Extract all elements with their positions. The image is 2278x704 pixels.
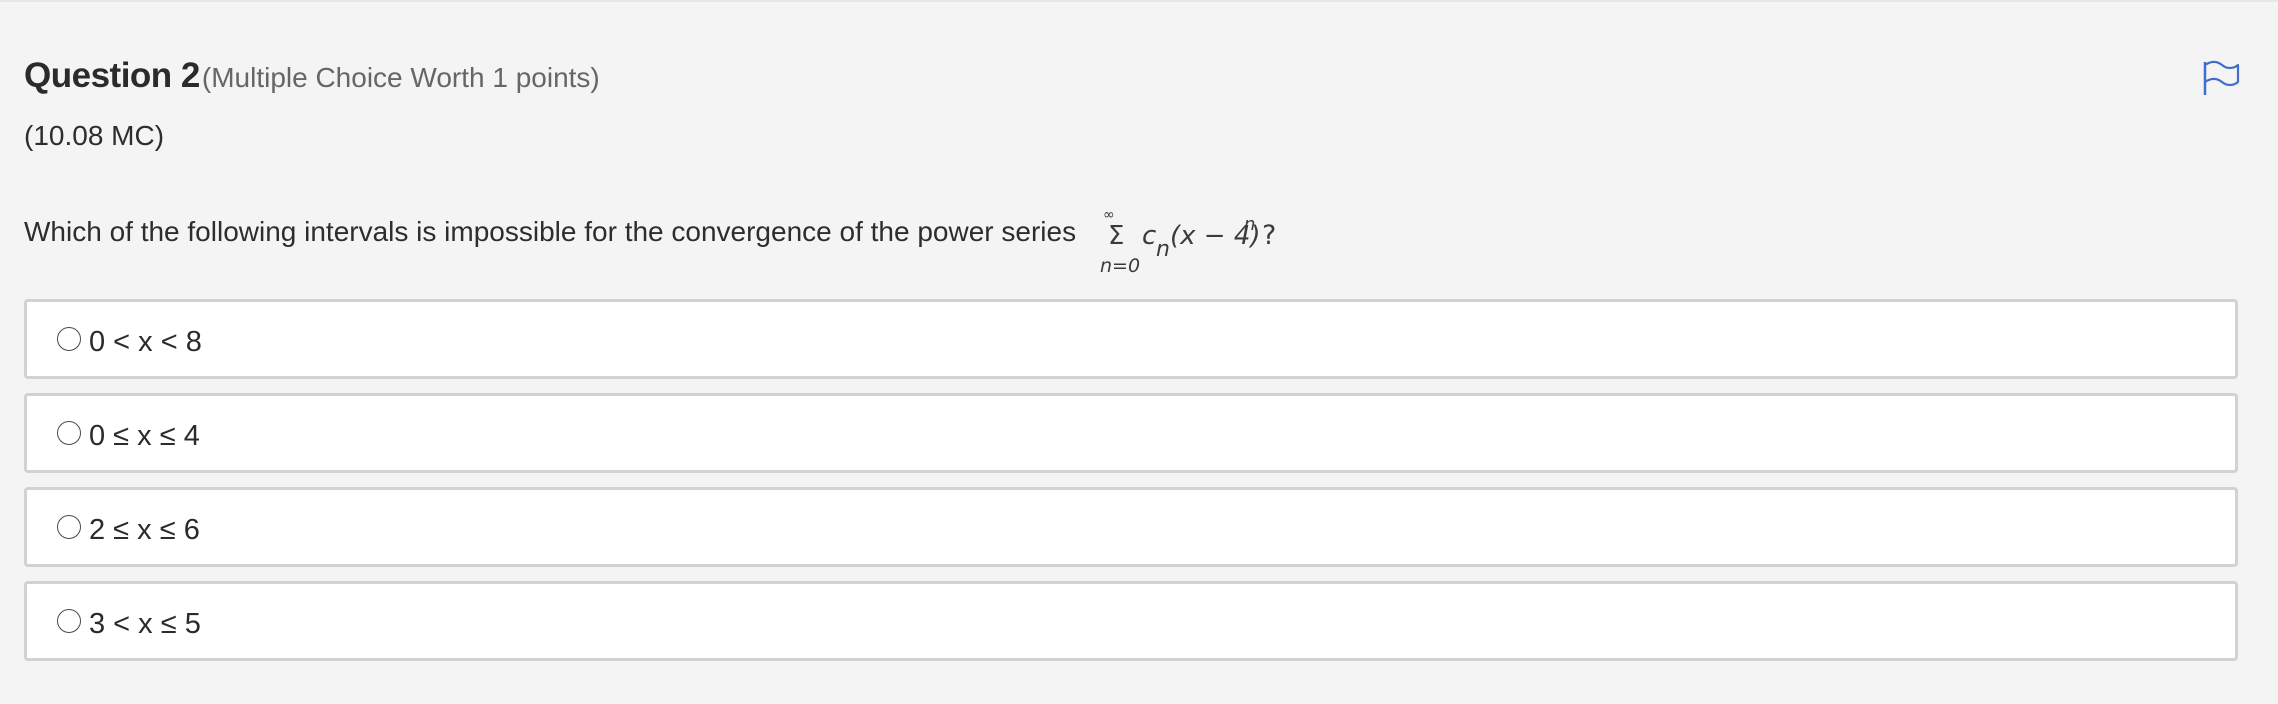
choice-label: 2 ≤ x ≤ 6 [89, 514, 200, 546]
question-panel: Question 2 (Multiple Choice Worth 1 poin… [0, 0, 2278, 704]
question-prompt: Which of the following intervals is impo… [24, 216, 1077, 247]
choice-label: 3 < x ≤ 5 [89, 608, 201, 640]
radio-button[interactable] [57, 421, 81, 445]
choice-option[interactable]: 0 ≤ x ≤ 4 [24, 393, 2238, 473]
choice-option[interactable]: 2 ≤ x ≤ 6 [24, 487, 2238, 567]
choice-label: 0 < x < 8 [89, 326, 202, 358]
term-exponent: n [1244, 214, 1255, 235]
sum-lower-limit: n=0 [1100, 255, 1140, 277]
coefficient-subscript: n [1156, 237, 1170, 262]
question-code: (10.08 MC) [24, 120, 165, 151]
choice-option[interactable]: 3 < x ≤ 5 [24, 581, 2238, 661]
radio-button[interactable] [57, 327, 81, 351]
choice-option[interactable]: 0 < x < 8 [24, 299, 2238, 379]
radio-button[interactable] [57, 515, 81, 539]
flag-icon[interactable] [2202, 60, 2240, 96]
sigma-symbol: Σ [1108, 221, 1124, 251]
question-worth: (Multiple Choice Worth 1 points) [201, 62, 600, 93]
radio-button[interactable] [57, 609, 81, 633]
question-mark: ? [1262, 220, 1276, 251]
coefficient-c: c [1142, 221, 1156, 251]
power-series-formula: ∞ Σ n=0 c n (x − 4) n ? [1100, 207, 1276, 277]
choice-label: 0 ≤ x ≤ 4 [89, 420, 200, 452]
question-title: Question 2 [24, 56, 200, 95]
question-header: Question 2 (Multiple Choice Worth 1 poin… [24, 56, 600, 96]
